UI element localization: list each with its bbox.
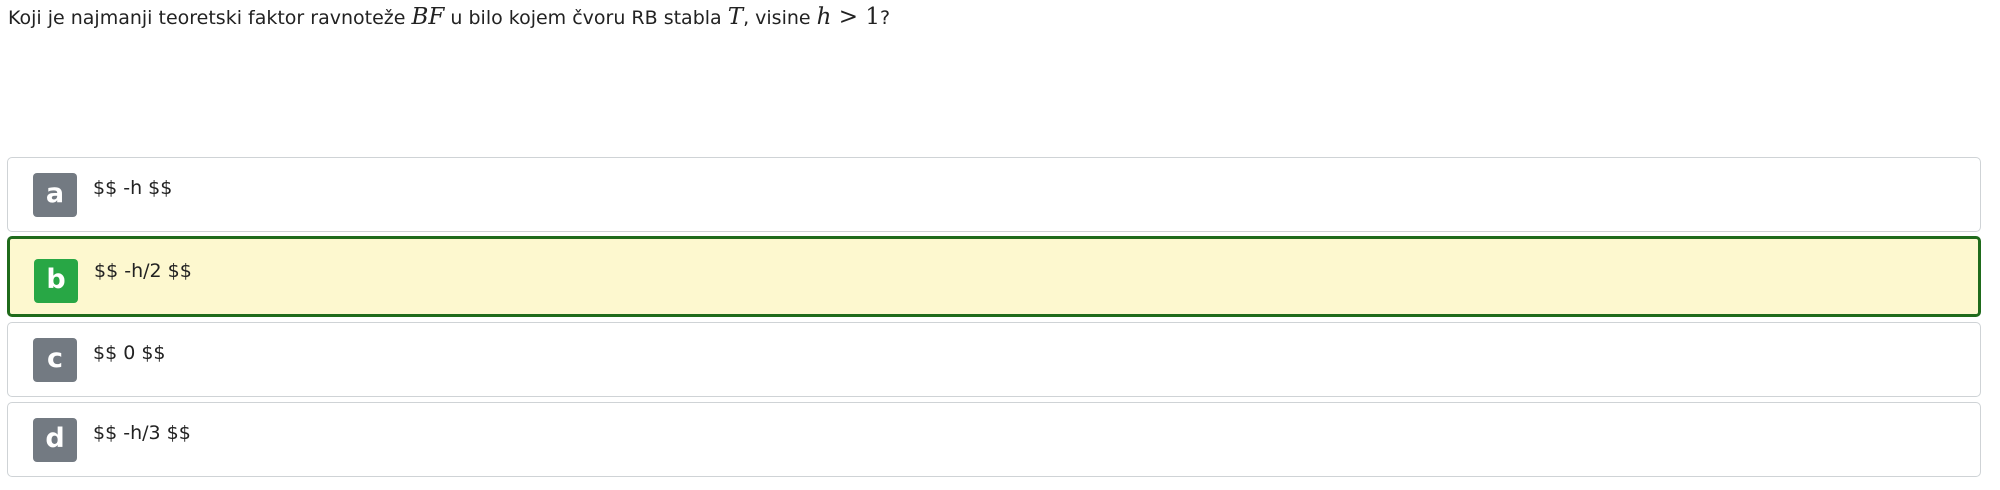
answer-text: $$ -h/2 $$ (94, 260, 192, 282)
answer-list: a $$ -h $$ b $$ -h/2 $$ c $$ 0 $$ d $$ -… (7, 157, 1981, 482)
answer-letter-badge: c (33, 338, 77, 382)
math-t: T (727, 4, 744, 30)
math-gt-one: > 1 (831, 4, 880, 30)
question-text-middle: u bilo kojem čvoru RB stabla (444, 7, 728, 29)
answer-letter-badge: a (33, 173, 77, 217)
answer-letter-badge: d (33, 418, 77, 462)
question-text-end: ? (880, 7, 891, 29)
answer-text: $$ -h/3 $$ (93, 422, 191, 444)
answer-option-b[interactable]: b $$ -h/2 $$ (7, 236, 1981, 317)
answer-text: $$ -h $$ (93, 177, 173, 199)
question-text-before: Koji je najmanji teoretski faktor ravnot… (8, 7, 412, 29)
answer-option-c[interactable]: c $$ 0 $$ (7, 322, 1981, 397)
math-bf: BF (411, 4, 445, 30)
answer-option-d[interactable]: d $$ -h/3 $$ (7, 402, 1981, 477)
answer-letter-badge: b (34, 259, 78, 303)
math-h: h (816, 4, 832, 30)
question-text-after-t: , visine (743, 7, 817, 29)
answer-option-a[interactable]: a $$ -h $$ (7, 157, 1981, 232)
question-text: Koji je najmanji teoretski faktor ravnot… (8, 2, 1988, 32)
answer-text: $$ 0 $$ (93, 342, 166, 364)
